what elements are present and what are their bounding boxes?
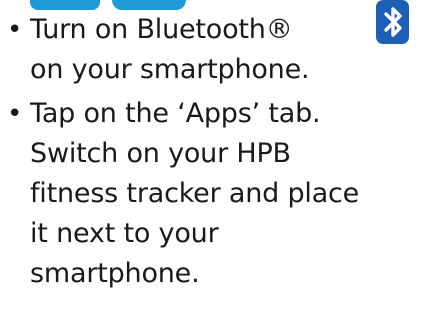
list-item-line: fitness tracker and place bbox=[30, 178, 360, 209]
list-item-line: Tap on the ‘Apps’ tab. bbox=[30, 98, 321, 129]
bullet-marker: • bbox=[7, 99, 23, 129]
bluetooth-icon bbox=[376, 0, 409, 44]
instruction-list: • Turn on Bluetooth® on your smartphone.… bbox=[0, 0, 435, 294]
bluetooth-glyph bbox=[383, 7, 402, 37]
list-item-line: Switch on your HPB bbox=[30, 138, 291, 169]
list-item: • Turn on Bluetooth® on your smartphone. bbox=[0, 0, 435, 90]
list-item: • Tap on the ‘Apps’ tab. Switch on your … bbox=[0, 90, 435, 294]
list-item-line: it next to your bbox=[30, 218, 219, 249]
list-item-line: Turn on Bluetooth® bbox=[30, 14, 293, 45]
list-item-line: smartphone. bbox=[30, 258, 200, 289]
list-item-line: on your smartphone. bbox=[30, 54, 310, 85]
bullet-marker: • bbox=[7, 15, 23, 45]
